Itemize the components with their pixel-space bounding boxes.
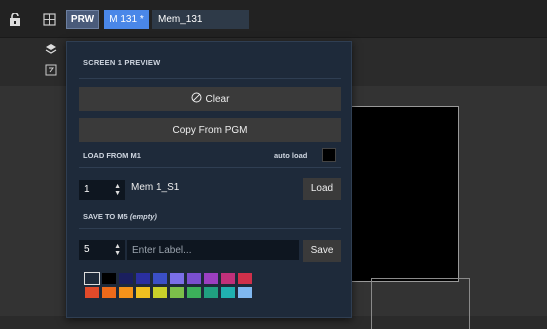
autoload-checkbox[interactable] [322,148,336,162]
circle-slash-icon [191,92,202,106]
color-swatch[interactable] [136,273,150,284]
stack-icon[interactable] [44,42,58,56]
swatch-row [84,272,255,285]
divider [79,167,341,168]
prw-button[interactable]: PRW [66,10,99,29]
memory-name-field[interactable]: Mem_131 [152,10,249,29]
stepper-arrows-icon[interactable]: ▲ ▼ [114,243,121,257]
label-input[interactable] [127,240,299,260]
load-memory-name: Mem 1_S1 [131,182,180,193]
panel-title: SCREEN 1 PREVIEW [83,58,161,67]
color-swatch[interactable] [84,272,100,285]
divider [79,78,341,79]
screen-preview[interactable] [347,106,459,282]
load-button[interactable]: Load [303,178,341,200]
save-section-label: SAVE TO M5 (empty) [83,212,157,221]
color-swatch[interactable] [170,273,184,284]
color-swatch[interactable] [221,287,235,298]
color-swatch[interactable] [221,273,235,284]
color-swatch[interactable] [119,273,133,284]
screen-preview-panel: SCREEN 1 PREVIEW Clear Copy From PGM LOA… [66,41,352,318]
color-swatch[interactable] [153,287,167,298]
color-swatch[interactable] [170,287,184,298]
clear-label: Clear [205,93,230,105]
load-memory-number: 1 [84,184,90,195]
color-swatch[interactable] [238,273,252,284]
memory-button[interactable]: M 131 * [104,10,149,29]
color-swatch[interactable] [102,273,116,284]
load-section-label: LOAD FROM M1 [83,151,141,160]
lock-icon[interactable] [7,11,23,27]
clear-button[interactable]: Clear [79,87,341,111]
load-memory-stepper[interactable]: 1 ▲ ▼ [79,180,125,200]
color-swatch[interactable] [153,273,167,284]
autoload-label: auto load [274,151,308,160]
color-swatch[interactable] [85,287,99,298]
save-memory-number: 5 [84,244,90,255]
save-button[interactable]: Save [303,240,341,262]
top-toolbar: PRW M 131 * Mem_131 [0,0,547,38]
stepper-arrows-icon[interactable]: ▲ ▼ [114,183,121,197]
color-swatch[interactable] [204,273,218,284]
swatch-row [85,287,255,298]
save-memory-stepper[interactable]: 5 ▲ ▼ [79,240,125,260]
save-section-suffix: (empty) [129,212,157,221]
color-swatch[interactable] [136,287,150,298]
preview-layer-outline[interactable] [371,278,470,329]
color-swatch[interactable] [119,287,133,298]
divider [79,228,341,229]
copy-from-pgm-button[interactable]: Copy From PGM [79,118,341,142]
color-swatch[interactable] [204,287,218,298]
color-swatch[interactable] [102,287,116,298]
layout-icon[interactable] [41,11,57,27]
color-swatch[interactable] [187,287,201,298]
color-swatch[interactable] [187,273,201,284]
save-section-prefix: SAVE TO M5 [83,212,128,221]
color-swatch[interactable] [238,287,252,298]
tv-icon[interactable] [44,63,58,77]
color-swatches [84,272,255,301]
